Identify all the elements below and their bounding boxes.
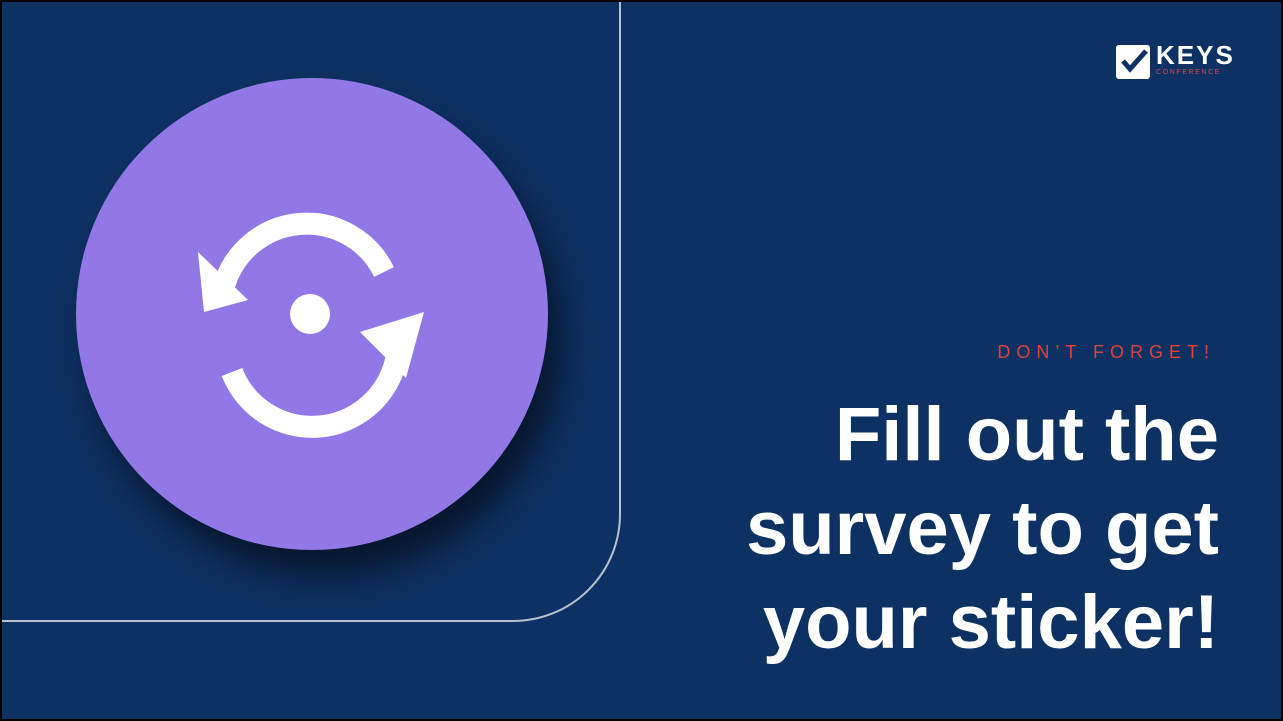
logo-wordmark: KEYS CONFERENCE (1156, 42, 1235, 76)
headline-line-1: Fill out the (834, 392, 1219, 477)
sync-refresh-icon (198, 212, 424, 438)
headline-line-2: survey to get (745, 486, 1219, 571)
headline-line-3: your sticker! (762, 580, 1219, 665)
keys-conference-logo: KEYS CONFERENCE (1116, 42, 1235, 86)
headline: Fill out the survey to get your sticker! (659, 388, 1219, 670)
slide: KEYS CONFERENCE DON’T FORGET! Fill out t… (0, 0, 1283, 721)
eyebrow-text: DON’T FORGET! (997, 342, 1215, 362)
checkbox-check-icon (1116, 45, 1150, 79)
logo-main-text: KEYS (1156, 40, 1235, 70)
logo-sub-text: CONFERENCE (1156, 69, 1222, 76)
